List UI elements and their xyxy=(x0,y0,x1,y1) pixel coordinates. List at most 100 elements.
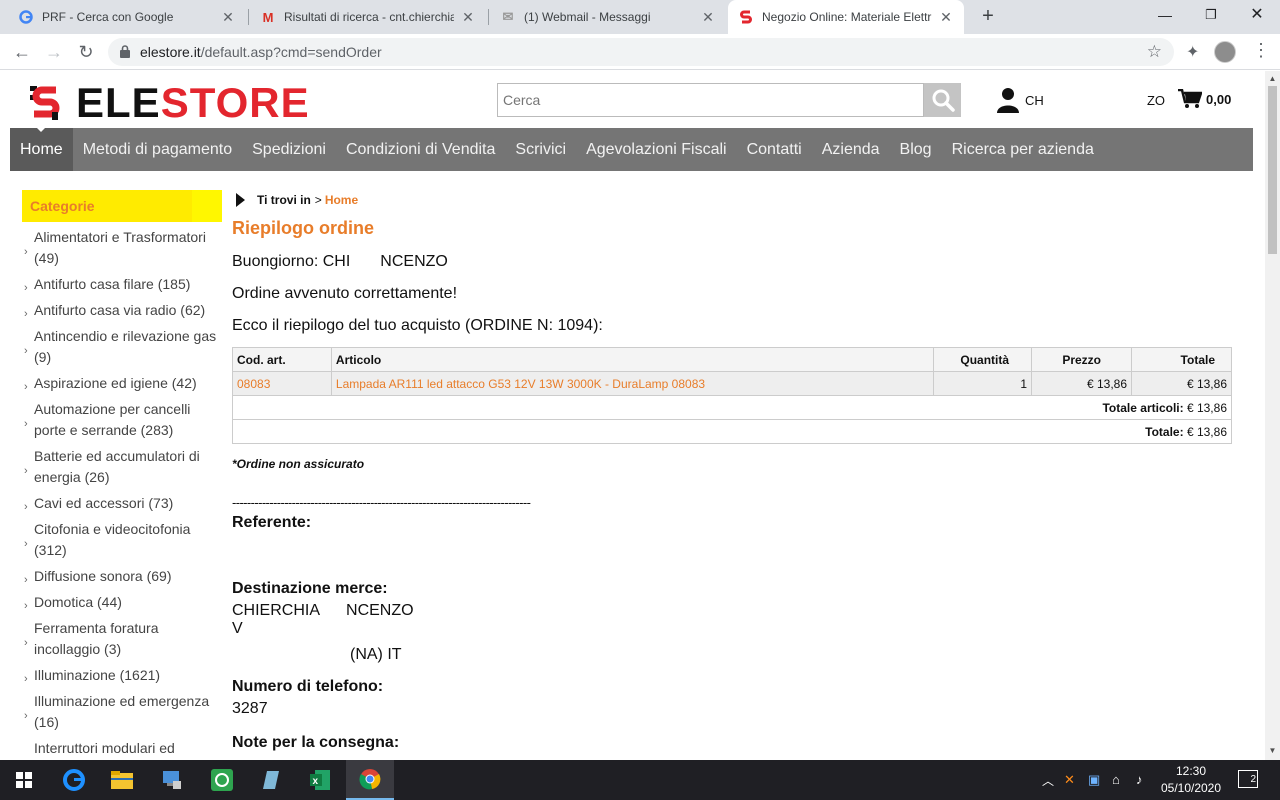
notes-app-icon[interactable] xyxy=(246,760,294,800)
nav-blog[interactable]: Blog xyxy=(890,128,942,171)
item-price: € 13,86 xyxy=(1031,371,1133,396)
new-tab-button[interactable]: + xyxy=(976,4,1000,28)
tab-title: (1) Webmail - Messaggi xyxy=(524,10,651,24)
browser-tab-elestore[interactable]: Negozio Online: Materiale Elettri ✕ xyxy=(728,0,964,34)
category-item[interactable]: › Alimentatori e Trasformatori (49) xyxy=(22,224,222,271)
volume-icon[interactable]: ♪ xyxy=(1136,772,1143,787)
chevron-right-icon: › xyxy=(24,501,28,513)
nav-scrivici[interactable]: Scrivici xyxy=(505,128,576,171)
address-bar[interactable]: elestore.it/default.asp?cmd=sendOrder ☆ xyxy=(108,38,1174,66)
browser-tab-webmail[interactable]: ✉ (1) Webmail - Messaggi ✕ xyxy=(490,0,726,34)
nav-home[interactable]: Home xyxy=(10,128,73,171)
nav-condizioni-vendita[interactable]: Condizioni di Vendita xyxy=(336,128,505,171)
redaction-mask xyxy=(320,604,347,617)
back-arrow-icon[interactable]: ← xyxy=(10,40,34,64)
green-app-icon[interactable] xyxy=(198,760,246,800)
reload-icon[interactable]: ↻ xyxy=(74,40,98,64)
clock-date: 05/10/2020 xyxy=(1160,781,1222,795)
category-item[interactable]: › Cavi ed accessori (73) xyxy=(22,490,222,516)
scroll-down-icon[interactable]: ▼ xyxy=(1268,746,1277,755)
category-label: Citofonia e videocitofonia (312) xyxy=(34,521,191,558)
logo-text-store: STORE xyxy=(160,79,310,126)
category-item[interactable]: › Ferramenta foratura incollaggio (3) xyxy=(22,615,222,662)
category-item[interactable]: › Antincendio e rilevazione gas (9) xyxy=(22,323,222,370)
category-item[interactable]: › Domotica (44) xyxy=(22,589,222,615)
user-account[interactable]: CH ZO xyxy=(996,87,1165,113)
nav-ricerca-azienda[interactable]: Ricerca per azienda xyxy=(942,128,1104,171)
item-code-link[interactable]: 08083 xyxy=(232,371,332,396)
elestore-icon xyxy=(738,9,754,25)
menu-dots-icon[interactable]: ⋮ xyxy=(1252,40,1270,61)
scrollbar-thumb[interactable] xyxy=(1268,86,1277,254)
gmail-icon: M xyxy=(262,9,274,25)
extensions-puzzle-icon[interactable]: ✦ xyxy=(1186,42,1199,62)
excel-icon[interactable]: x xyxy=(296,760,344,800)
profile-avatar[interactable] xyxy=(1214,41,1236,63)
category-item[interactable]: › Antifurto casa filare (185) xyxy=(22,271,222,297)
close-tab-icon[interactable]: ✕ xyxy=(700,9,716,26)
total-label: Totale: xyxy=(1145,424,1184,439)
category-item[interactable]: › Aspirazione ed igiene (42) xyxy=(22,370,222,396)
category-item[interactable]: › Diffusione sonora (69) xyxy=(22,563,222,589)
category-item[interactable]: › Automazione per cancelli porte e serran… xyxy=(22,396,222,443)
category-item[interactable]: › Illuminazione (1621) xyxy=(22,662,222,688)
tab-divider xyxy=(488,9,489,25)
greeting-text: Buongiorno: CHI NCENZO xyxy=(232,252,1232,272)
chevron-up-icon[interactable]: ︿ xyxy=(1042,772,1054,789)
forward-arrow-icon[interactable]: → xyxy=(42,40,66,64)
category-item[interactable]: › Antifurto casa via radio (62) xyxy=(22,297,222,323)
category-label: Batterie ed accumulatori di energia (26) xyxy=(34,448,200,485)
tray-app-icon[interactable]: ✕ xyxy=(1064,772,1075,788)
minimize-icon[interactable]: — xyxy=(1142,0,1188,30)
network-icon[interactable]: ⌂ xyxy=(1112,772,1120,787)
close-tab-icon[interactable]: ✕ xyxy=(460,9,476,26)
col-code: Cod. art. xyxy=(232,347,332,372)
category-label: Antincendio e rilevazione gas (9) xyxy=(34,328,217,365)
system-clock[interactable]: 12:30 05/10/2020 xyxy=(1160,763,1222,797)
item-quantity: 1 xyxy=(933,371,1033,396)
chevron-right-icon: › xyxy=(24,600,28,612)
nav-azienda[interactable]: Azienda xyxy=(812,128,890,171)
edge-icon[interactable] xyxy=(50,760,98,800)
close-tab-icon[interactable]: ✕ xyxy=(220,9,236,26)
search-button[interactable] xyxy=(924,83,961,117)
bookmark-star-icon[interactable]: ☆ xyxy=(1147,42,1162,62)
page-title: Riepilogo ordine xyxy=(232,218,374,238)
category-item[interactable]: › Citofonia e videocitofonia (312) xyxy=(22,516,222,563)
cart-button[interactable]: 0,00 xyxy=(1178,89,1231,109)
close-tab-icon[interactable]: ✕ xyxy=(938,9,954,26)
chevron-right-icon: › xyxy=(24,636,28,649)
page-scrollbar[interactable]: ▲ ▼ xyxy=(1265,71,1280,760)
computer-app-icon[interactable] xyxy=(148,760,196,800)
search-input[interactable] xyxy=(497,83,924,117)
tray-network-app-icon[interactable]: ▣ xyxy=(1088,772,1100,788)
lock-icon xyxy=(120,45,130,58)
category-label: Illuminazione (1621) xyxy=(34,667,161,683)
windows-start-icon[interactable] xyxy=(0,760,48,800)
scroll-up-icon[interactable]: ▲ xyxy=(1268,74,1277,83)
notification-center-icon[interactable]: 2 xyxy=(1238,770,1258,788)
browser-tab-gmail[interactable]: M Risultati di ricerca - cnt.chierchia@ … xyxy=(250,0,486,34)
redaction-mask xyxy=(350,255,381,268)
nav-spedizioni[interactable]: Spedizioni xyxy=(242,128,336,171)
browser-tab-google[interactable]: PRF - Cerca con Google ✕ xyxy=(8,0,246,34)
file-explorer-icon[interactable] xyxy=(98,760,146,800)
tab-title: Negozio Online: Materiale Elettri xyxy=(762,10,932,24)
close-window-icon[interactable]: ✕ xyxy=(1234,0,1280,30)
chevron-right-icon: › xyxy=(24,282,28,294)
restore-icon[interactable]: ❐ xyxy=(1188,0,1234,30)
category-item[interactable]: › Batterie ed accumulatori di energia (26… xyxy=(22,443,222,490)
nav-agevolazioni-fiscali[interactable]: Agevolazioni Fiscali xyxy=(576,128,737,171)
chrome-icon[interactable] xyxy=(346,760,394,800)
col-total: Totale xyxy=(1131,347,1232,372)
elestore-logo[interactable]: ELESTORE xyxy=(30,79,310,127)
total-row: Totale: € 13,86 xyxy=(232,419,1232,444)
breadcrumb-home-link[interactable]: Home xyxy=(325,193,358,207)
category-item[interactable]: › Interruttori modulari ed accessori (281… xyxy=(22,735,222,760)
item-article-link[interactable]: Lampada AR111 led attacco G53 12V 13W 30… xyxy=(330,371,935,396)
category-sidebar: Categorie › Alimentatori e Trasformatori … xyxy=(22,190,222,760)
nav-contatti[interactable]: Contatti xyxy=(737,128,812,171)
category-item[interactable]: › Illuminazione ed emergenza (16) xyxy=(22,688,222,735)
nav-metodi-pagamento[interactable]: Metodi di pagamento xyxy=(73,128,242,171)
search-icon xyxy=(932,89,955,112)
